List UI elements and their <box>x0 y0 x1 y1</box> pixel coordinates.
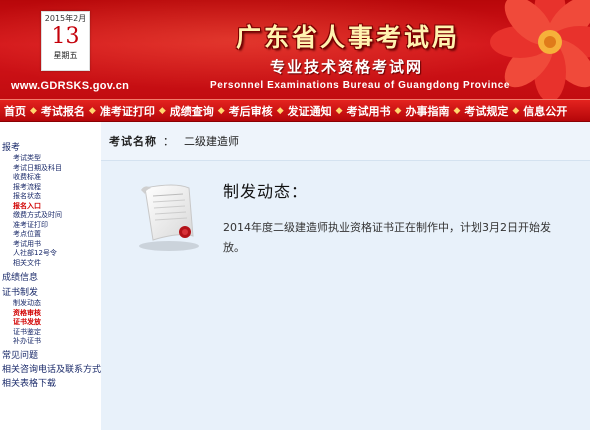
sidebar-item-process[interactable]: 报考流程 <box>0 183 101 193</box>
content-title: 制发动态： <box>223 182 309 201</box>
nav-exam-rules[interactable]: 考试规定 <box>460 103 512 119</box>
content-body: 2014年度二级建造师执业资格证书正在制作中，计划3月2日开始发放。 <box>223 221 551 254</box>
site-header: 2015年2月 13 星期五 www.GDRSKS.gov.cn 广东省人事考试… <box>0 0 590 99</box>
sidebar-item-exam-type[interactable]: 考试类型 <box>0 154 101 164</box>
sidebar-section-contact[interactable]: 相关咨询电话及联系方式 <box>0 364 101 376</box>
sidebar-item-payment[interactable]: 缴费方式及时间 <box>0 211 101 221</box>
sidebar-item-issue[interactable]: 证书发放 <box>0 318 101 328</box>
nav-separator: ◆ <box>453 105 461 116</box>
sidebar-item-location[interactable]: 考点位置 <box>0 230 101 240</box>
sidebar-item-review[interactable]: 资格审核 <box>0 309 101 319</box>
nav-separator: ◆ <box>394 105 402 116</box>
nav-guide[interactable]: 办事指南 <box>401 103 453 119</box>
sidebar-section-scores[interactable]: 成绩信息 <box>0 272 101 284</box>
sidebar-item-authentication[interactable]: 证书鉴定 <box>0 328 101 338</box>
exam-name-bar: 考试名称 ： 二级建造师 <box>101 122 590 161</box>
nav-admission-print[interactable]: 准考证打印 <box>96 103 159 119</box>
main-nav: 首页 ◆ 考试报名 ◆ 准考证打印 ◆ 成绩查询 ◆ 考后审核 ◆ 发证通知 ◆… <box>0 99 590 122</box>
exam-name-colon: ： <box>163 135 174 148</box>
sidebar-item-status[interactable]: 报名状态 <box>0 192 101 202</box>
nav-separator: ◆ <box>30 105 37 116</box>
nav-certificate-notice[interactable]: 发证通知 <box>284 103 336 119</box>
sidebar-item-books[interactable]: 考试用书 <box>0 240 101 250</box>
sidebar-item-admission-print[interactable]: 准考证打印 <box>0 221 101 231</box>
nav-separator: ◆ <box>276 105 284 116</box>
site-url: www.GDRSKS.gov.cn <box>11 80 130 92</box>
sidebar-section-forms[interactable]: 相关表格下载 <box>0 378 101 390</box>
sidebar-item-reissue[interactable]: 补办证书 <box>0 337 101 347</box>
sidebar-item-exam-dates[interactable]: 考试日期及科目 <box>0 164 101 174</box>
nav-separator: ◆ <box>335 105 343 116</box>
calendar-day: 13 <box>51 24 80 49</box>
sidebar-section-baokao[interactable]: 报考 <box>0 142 101 154</box>
nav-post-exam-review[interactable]: 考后审核 <box>225 103 277 119</box>
nav-info-disclosure[interactable]: 信息公开 <box>519 103 571 119</box>
sidebar-item-order-12[interactable]: 人社部12号令 <box>0 249 101 259</box>
sidebar-item-files[interactable]: 相关文件 <box>0 259 101 269</box>
sidebar-section-certificate[interactable]: 证书制发 <box>0 287 101 299</box>
nav-registration[interactable]: 考试报名 <box>37 103 89 119</box>
date-calendar: 2015年2月 13 星期五 <box>41 11 90 71</box>
exam-name-label: 考试名称 <box>109 135 157 148</box>
nav-separator: ◆ <box>88 105 96 116</box>
sidebar-item-fees[interactable]: 收费标准 <box>0 173 101 183</box>
calendar-month: 2015年2月 <box>44 14 87 23</box>
exam-name-value: 二级建造师 <box>184 135 239 148</box>
main-content: 考试名称 ： 二级建造师 制发动态： 2014年度二级建造师执业资格证书正在制作… <box>101 122 590 430</box>
nav-score-query[interactable]: 成绩查询 <box>166 103 218 119</box>
nav-exam-books[interactable]: 考试用书 <box>343 103 395 119</box>
scroll-document-icon <box>139 184 199 251</box>
nav-separator: ◆ <box>217 105 225 116</box>
sidebar-item-entry[interactable]: 报名入口 <box>0 202 101 212</box>
nav-home[interactable]: 首页 <box>0 103 30 119</box>
nav-separator: ◆ <box>158 105 166 116</box>
site-title: 广东省人事考试局 <box>236 23 461 52</box>
sidebar-item-dynamics[interactable]: 制发动态 <box>0 299 101 309</box>
calendar-weekday: 星期五 <box>53 51 78 60</box>
sidebar-section-faq[interactable]: 常见问题 <box>0 350 101 362</box>
sidebar: 报考 考试类型 考试日期及科目 收费标准 报考流程 报名状态 报名入口 缴费方式… <box>0 122 101 430</box>
site-subtitle-en: Personnel Examinations Bureau of Guangdo… <box>210 80 511 91</box>
nav-separator: ◆ <box>512 105 520 116</box>
site-subtitle: 专业技术资格考试网 <box>270 58 424 76</box>
